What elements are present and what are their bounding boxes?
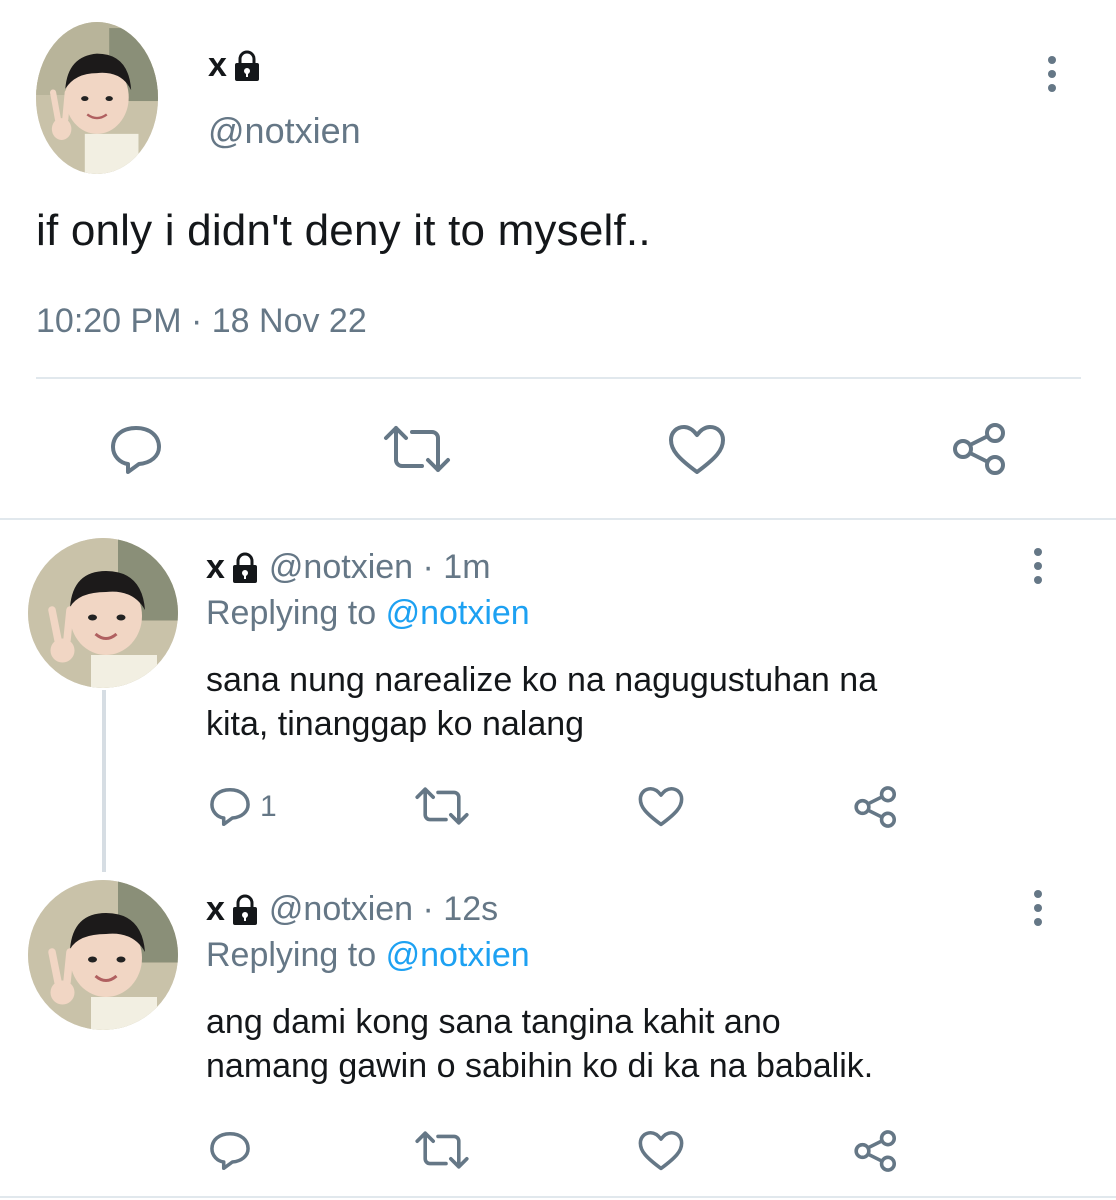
reply-text: sana nung narealize ko na nagugustuhan n… [206,658,1086,746]
like-button[interactable] [638,1130,684,1172]
replying-to-label: Replying to [206,936,377,974]
like-button[interactable] [638,786,684,828]
author-avatar[interactable] [28,880,178,1030]
author-name[interactable]: x [208,46,261,85]
mention-link[interactable]: @notxien [386,594,530,632]
mention-link[interactable]: @notxien [386,936,530,974]
thread-line [102,690,106,872]
reply-header: x @notxien · 12s [206,890,498,929]
retweet-icon [384,426,450,472]
share-icon [854,1130,897,1172]
like-icon [638,786,684,827]
share-icon [854,786,897,828]
reply-button[interactable] [108,424,164,476]
divider [0,518,1116,520]
avatar-image [28,880,178,1030]
share-button[interactable] [852,784,900,830]
reply-count: 1 [260,790,277,823]
lock-icon [232,552,257,583]
author-avatar[interactable] [36,22,158,174]
tweet-timestamp[interactable]: 10:20 PM · 18 Nov 22 [36,302,367,341]
like-button[interactable] [668,424,726,476]
retweet-button[interactable] [382,424,452,474]
reply-button[interactable]: 1 [208,786,277,828]
author-name[interactable]: x [206,890,225,929]
share-icon [953,423,1005,475]
author-name[interactable]: x [206,548,225,587]
share-button[interactable] [852,1128,900,1174]
handle-and-time[interactable]: @notxien · 12s [269,890,498,929]
like-icon [669,425,725,474]
more-options-icon[interactable] [1028,546,1048,586]
retweet-button[interactable] [414,1130,470,1170]
lock-icon [234,50,259,81]
reply-text: ang dami kong sana tangina kahit ano nam… [206,1000,1086,1088]
replying-to: Replying to @notxien [206,936,530,975]
reply-icon [210,1131,250,1171]
reply-icon [111,426,161,474]
like-icon [638,1130,684,1171]
author-name-text: x [208,46,227,84]
avatar-image [28,538,178,688]
divider [0,1196,1116,1198]
reply-header: x @notxien · 1m [206,548,491,587]
more-options-icon[interactable] [1028,888,1048,928]
reply-button[interactable] [208,1130,260,1172]
retweet-button[interactable] [414,786,470,826]
reply-text-line: sana nung narealize ko na nagugustuhan n… [206,661,878,699]
lock-icon [232,894,257,925]
replying-to-label: Replying to [206,594,377,632]
reply-icon [210,787,250,827]
divider [36,377,1081,379]
avatar-image [36,22,158,174]
more-options-icon[interactable] [1042,54,1062,94]
retweet-icon [415,1131,469,1169]
author-avatar[interactable] [28,538,178,688]
reply-text-line: namang gawin o sabihin ko di ka na babal… [206,1047,874,1085]
tweet-text: if only i didn't deny it to myself.. [36,206,651,255]
retweet-icon [415,787,469,825]
handle-and-time[interactable]: @notxien · 1m [269,548,491,587]
replying-to: Replying to @notxien [206,594,530,633]
reply-text-line: kita, tinanggap ko nalang [206,705,585,743]
share-button[interactable] [950,420,1010,478]
author-handle[interactable]: @notxien [208,110,361,152]
reply-text-line: ang dami kong sana tangina kahit ano [206,1003,781,1041]
